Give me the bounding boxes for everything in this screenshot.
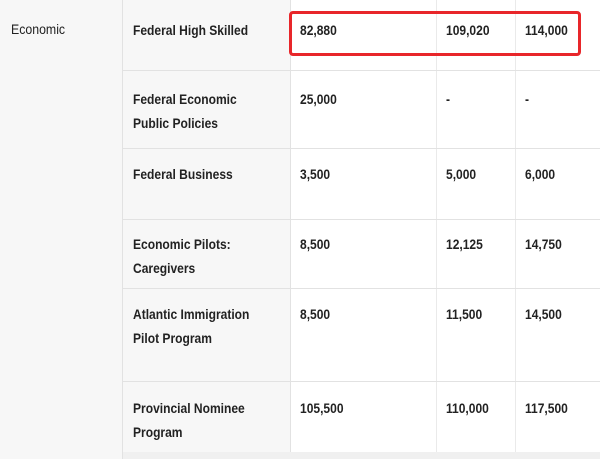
column-divider (436, 0, 437, 459)
value-cell: - (525, 91, 530, 107)
program-name: Federal High Skilled (133, 22, 249, 38)
category-cell: Economic (0, 0, 123, 459)
program-name: Atlantic Immigration Pilot Program (133, 306, 250, 346)
value-cell: - (446, 91, 451, 107)
row-divider (123, 219, 600, 220)
value-cell: 25,000 (300, 91, 337, 107)
table-bottom-edge (123, 452, 600, 459)
highlight-annotation-box (289, 11, 581, 56)
value-cell: 12,125 (446, 236, 483, 252)
value-cell: 117,500 (525, 400, 568, 416)
value-cell: 105,500 (300, 400, 344, 416)
program-name: Federal Economic Public Policies (133, 91, 237, 131)
value-cell: 14,750 (525, 236, 562, 252)
value-cell: 6,000 (525, 166, 556, 182)
immigration-levels-table: Economic Federal High Skilled 82,880 109… (0, 0, 600, 459)
value-cell: 3,500 (300, 166, 331, 182)
value-cell: 11,500 (446, 306, 483, 322)
row-divider (123, 288, 600, 289)
value-cell: 14,500 (525, 306, 562, 322)
value-cell: 5,000 (446, 166, 477, 182)
row-divider (123, 148, 600, 149)
value-cell: 110,000 (446, 400, 489, 416)
category-label: Economic (11, 21, 66, 37)
row-divider (123, 70, 600, 71)
row-divider (123, 381, 600, 382)
value-cell: 8,500 (300, 306, 331, 322)
program-name: Provincial Nominee Program (133, 400, 245, 440)
column-divider (515, 0, 516, 459)
program-column (123, 0, 291, 459)
value-cell: 8,500 (300, 236, 331, 252)
program-name: Economic Pilots: Caregivers (133, 236, 231, 276)
program-name: Federal Business (133, 166, 233, 182)
